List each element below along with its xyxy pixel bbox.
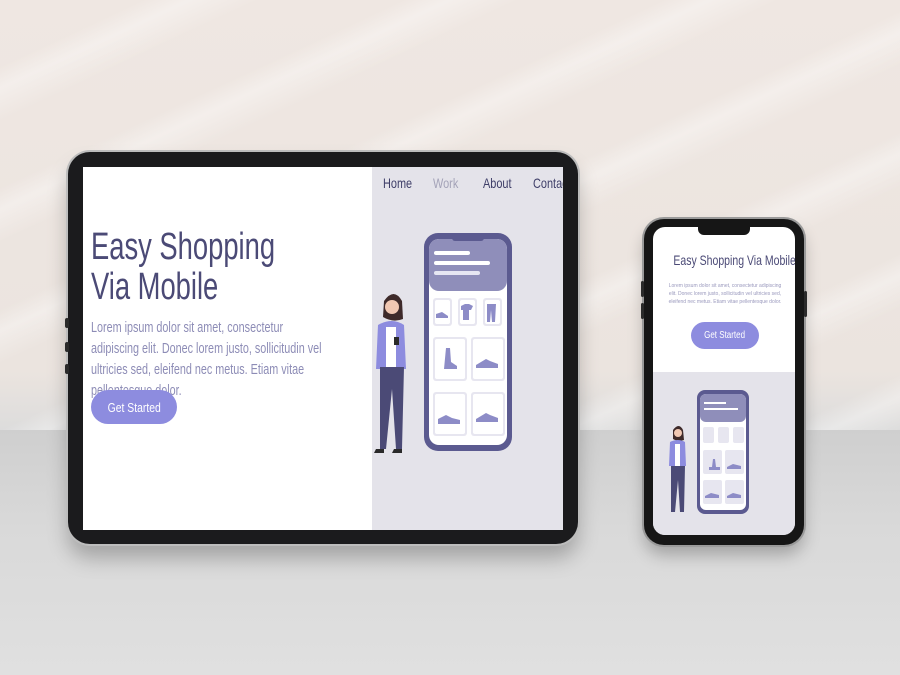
phone-get-started-button[interactable]: Get Started bbox=[691, 322, 759, 349]
phone-hero-title: Easy Shopping Via Mobile bbox=[653, 252, 795, 268]
phone-screen: Easy Shopping Via Mobile Lorem ipsum dol… bbox=[653, 227, 795, 535]
tablet-sensor-dot bbox=[65, 342, 69, 352]
phone-device: Easy Shopping Via Mobile Lorem ipsum dol… bbox=[641, 219, 807, 545]
hero-title: Easy Shopping Via Mobile bbox=[91, 227, 321, 307]
nav-home[interactable]: Home bbox=[383, 175, 414, 191]
phone-illustration-panel bbox=[653, 372, 795, 535]
top-nav: Home Work About Contact bbox=[383, 175, 563, 191]
tablet-screen: Home Work About Contact Easy Shopping Vi… bbox=[83, 167, 563, 530]
nav-work[interactable]: Work bbox=[433, 175, 464, 191]
illustration-header-bar bbox=[434, 251, 470, 255]
hero-title-line2: Via Mobile bbox=[91, 266, 219, 308]
nav-contact[interactable]: Contact bbox=[533, 175, 563, 191]
get-started-button[interactable]: Get Started bbox=[91, 390, 177, 424]
phone-notch bbox=[698, 227, 750, 235]
phone-volume-button bbox=[641, 281, 644, 297]
tablet-camera-dot bbox=[65, 318, 69, 328]
nav-about[interactable]: About bbox=[483, 175, 514, 191]
illustration-phone-notch bbox=[452, 233, 484, 241]
phone-power-button bbox=[804, 291, 807, 317]
hero-description: Lorem ipsum dolor sit amet, consectetur … bbox=[91, 319, 322, 399]
get-started-label: Get Started bbox=[107, 399, 161, 415]
tablet-sensor-dot bbox=[65, 364, 69, 374]
tablet-device: Home Work About Contact Easy Shopping Vi… bbox=[65, 152, 578, 544]
phone-shopping-illustration bbox=[669, 390, 749, 514]
phone-hero-description: Lorem ipsum dolor sit amet, consectetur … bbox=[668, 283, 782, 305]
illustration-header-bar bbox=[434, 261, 490, 265]
shopping-illustration bbox=[374, 233, 512, 453]
phone-volume-button bbox=[641, 303, 644, 319]
phone-get-started-label: Get Started bbox=[704, 330, 746, 341]
woman-figure bbox=[374, 294, 406, 453]
hero-illustration-panel bbox=[372, 167, 563, 530]
phone-hero-title-text: Easy Shopping Via Mobile bbox=[673, 252, 795, 268]
illustration-header-bar bbox=[434, 271, 480, 275]
hero-title-line1: Easy Shopping bbox=[91, 226, 276, 268]
